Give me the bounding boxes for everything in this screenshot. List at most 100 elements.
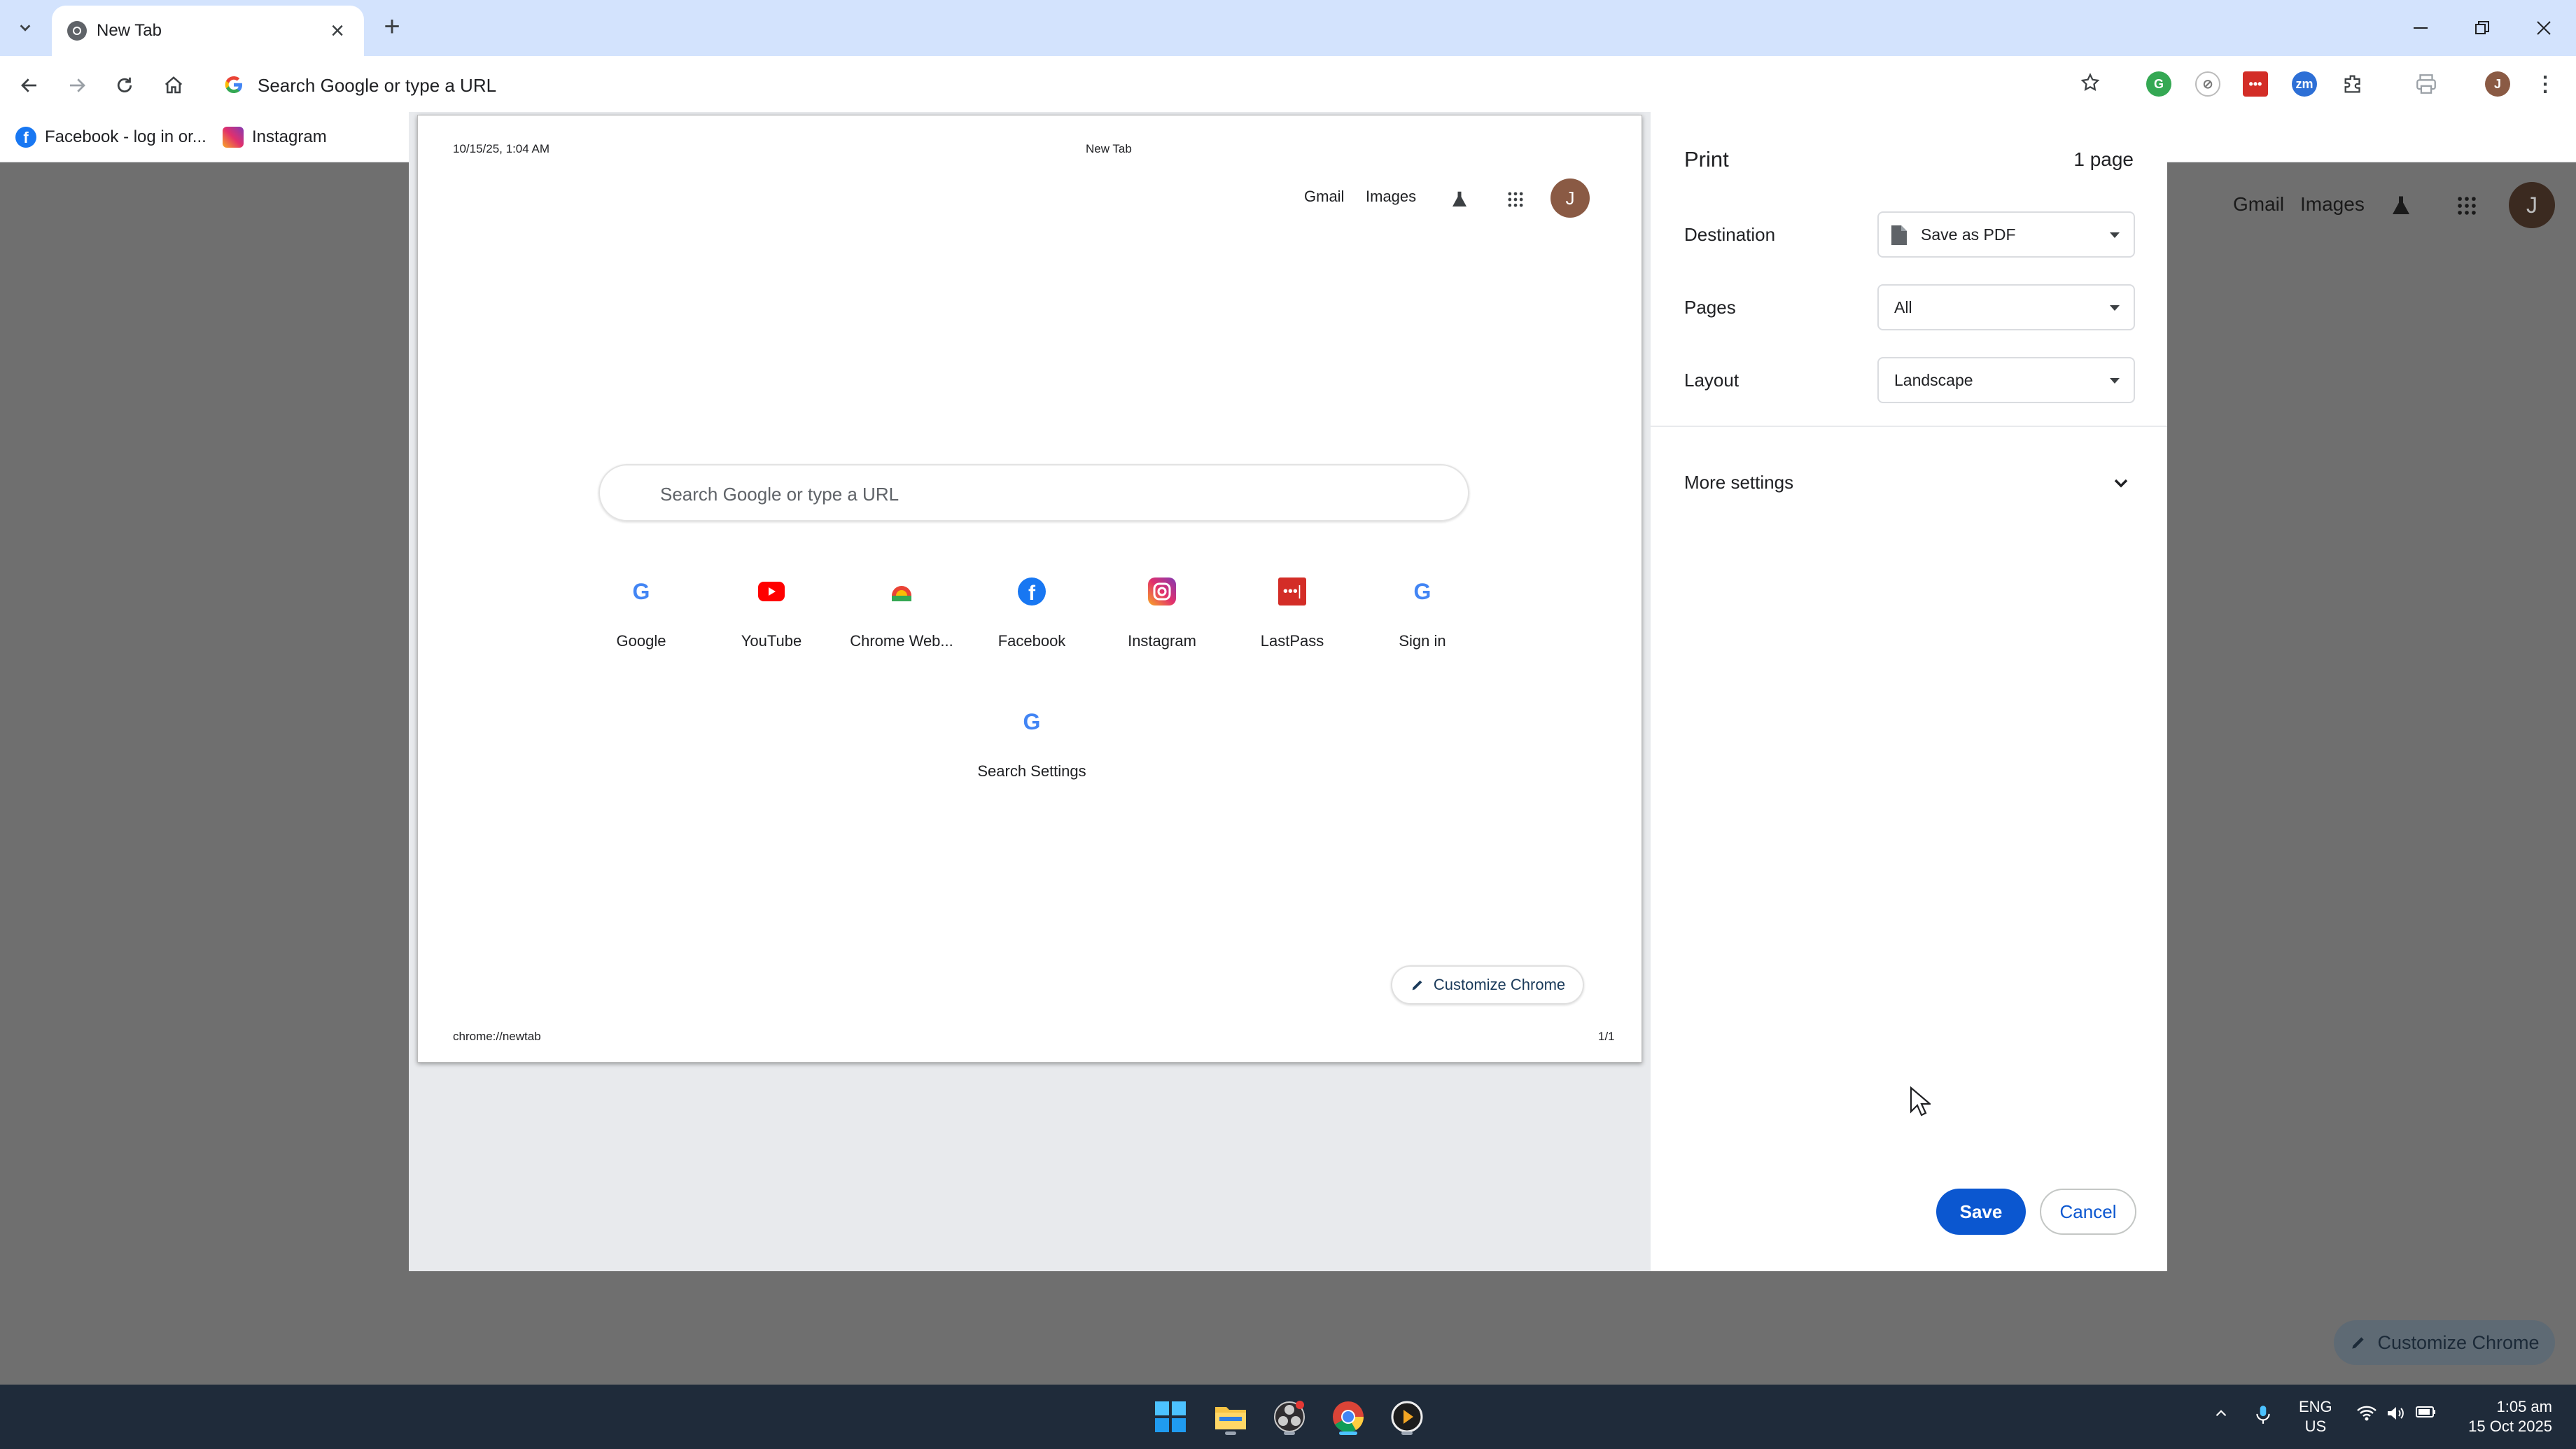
pages-label: Pages (1684, 297, 1736, 318)
bg-customize-label: Customize Chrome (2377, 1331, 2540, 1353)
forward-arrow-icon (70, 78, 85, 92)
shortcut-search-settings: G Search Settings (965, 708, 1098, 806)
destination-select[interactable]: Save as PDF (1877, 211, 2135, 258)
grammarly-extension-icon[interactable]: G (2146, 71, 2171, 97)
google-icon (225, 76, 242, 93)
preview-footer-page: 1/1 (1598, 1030, 1615, 1043)
shortcut-sign-in: G Sign in (1356, 578, 1489, 676)
print-settings-panel: Print 1 page Destination Save as PDF Pag… (1651, 112, 2167, 1271)
dropdown-caret-icon (2110, 378, 2120, 384)
toolbar: Search Google or type a URL G ⊘ ••• zm J… (0, 56, 2576, 113)
bookmark-label: Instagram (252, 127, 327, 146)
minimize-icon (2414, 27, 2428, 29)
zoom-extension-icon[interactable]: zm (2292, 71, 2317, 97)
star-icon (2080, 73, 2100, 91)
obs-icon (1274, 1401, 1305, 1432)
shortcut-facebook: f Facebook (965, 578, 1098, 676)
bookmark-instagram[interactable]: Instagram (223, 123, 327, 151)
show-hidden-icons-chevron-up-icon[interactable] (2212, 1404, 2230, 1427)
preview-search-box: Search Google or type a URL (598, 464, 1469, 522)
reload-button[interactable] (106, 67, 143, 104)
print-title: Print (1684, 147, 1729, 172)
page-count: 1 page (2073, 148, 2134, 170)
taskbar: ENG US 1:05 am 15 Oct 2025 (0, 1385, 2576, 1449)
restore-button[interactable] (2460, 7, 2505, 49)
labs-flask-icon (2386, 190, 2416, 221)
bg-avatar: J (2509, 182, 2555, 228)
bookmark-star-button[interactable] (2072, 64, 2108, 101)
clock-date: 15 Oct 2025 (2468, 1418, 2552, 1435)
forward-button[interactable] (59, 67, 95, 104)
obs-app-button[interactable] (1268, 1396, 1310, 1438)
preview-customize-chrome: Customize Chrome (1391, 965, 1584, 1004)
minimize-button[interactable] (2398, 7, 2443, 49)
restore-icon (2475, 21, 2489, 34)
layout-select[interactable]: Landscape (1877, 357, 2135, 403)
new-tab-button[interactable]: + (377, 13, 407, 43)
chevron-down-icon (2114, 479, 2128, 488)
close-icon (2537, 21, 2551, 35)
print-icon[interactable] (2414, 71, 2439, 97)
close-icon[interactable]: × (325, 18, 350, 43)
wifi-icon[interactable] (2356, 1404, 2377, 1427)
back-button[interactable] (11, 67, 48, 104)
print-preview-page: 10/15/25, 1:04 AM New Tab Gmail Images J… (417, 115, 1642, 1063)
pencil-icon (1412, 980, 1422, 990)
shortcut-lastpass: •••| LastPass (1226, 578, 1359, 676)
region-code: US (2304, 1418, 2327, 1435)
windows-start-button[interactable] (1149, 1396, 1191, 1438)
google-icon: G (1413, 578, 1432, 604)
save-button[interactable]: Save (1936, 1189, 2026, 1235)
preview-avatar: J (1550, 178, 1590, 218)
menu-kebab-icon[interactable]: ⋮ (2533, 71, 2558, 97)
shortcut-label: LastPass (1260, 632, 1324, 650)
running-indicator (1339, 1432, 1357, 1435)
shortcut-youtube: YouTube (705, 578, 838, 676)
pencil-icon (2352, 1337, 2365, 1349)
destination-value: Save as PDF (1921, 225, 2016, 244)
microphone-icon[interactable] (2254, 1404, 2272, 1429)
shortcut-label: Google (616, 632, 666, 650)
shortcut-label: Instagram (1128, 632, 1196, 650)
youtube-icon (757, 578, 785, 606)
omnibox[interactable]: Search Google or type a URL (209, 63, 2113, 106)
preview-images-link: Images (1366, 188, 1417, 205)
shortcut-label: Sign in (1399, 632, 1446, 650)
file-explorer-button[interactable] (1210, 1396, 1252, 1438)
clock[interactable]: 1:05 am 15 Oct 2025 (2447, 1397, 2552, 1436)
bg-images-link: Images (2300, 193, 2365, 215)
google-icon: G (632, 578, 650, 604)
shortcut-google: G Google (575, 578, 708, 676)
bookmark-label: Facebook - log in or... (45, 127, 206, 146)
home-button[interactable] (155, 67, 192, 104)
pages-select[interactable]: All (1877, 284, 2135, 330)
lastpass-icon: •••| (1278, 578, 1306, 606)
window-close-button[interactable] (2521, 7, 2566, 49)
bg-customize-chrome-button: Customize Chrome (2334, 1320, 2555, 1365)
chrome-taskbar-button[interactable] (1327, 1396, 1369, 1438)
facebook-icon: f (15, 127, 36, 148)
extensions-puzzle-icon[interactable] (2341, 71, 2366, 97)
media-player-button[interactable] (1386, 1396, 1428, 1438)
lastpass-extension-icon[interactable]: ••• (2243, 71, 2268, 97)
volume-icon[interactable] (2386, 1404, 2407, 1427)
apps-grid-icon (1502, 186, 1530, 214)
pages-value: All (1894, 298, 1912, 316)
document-icon (1891, 225, 1907, 245)
preview-header-datetime: 10/15/25, 1:04 AM (453, 142, 550, 155)
running-indicator (1225, 1432, 1236, 1435)
battery-icon[interactable] (2415, 1404, 2437, 1424)
settings-divider (1651, 426, 2167, 427)
layout-value: Landscape (1894, 371, 1973, 389)
more-settings-toggle[interactable]: More settings (1684, 462, 2135, 504)
dropdown-caret-icon (2110, 305, 2120, 311)
bookmark-facebook[interactable]: f Facebook - log in or... (15, 123, 206, 151)
shortcut-chrome-web-store: Chrome Web... (835, 578, 968, 676)
compass-extension-icon[interactable]: ⊘ (2195, 71, 2220, 97)
profile-avatar[interactable]: J (2485, 71, 2510, 97)
tab-search-button[interactable] (10, 13, 41, 43)
clock-time: 1:05 am (2496, 1398, 2553, 1415)
language-indicator[interactable]: ENG US (2299, 1397, 2332, 1436)
tab-new-tab[interactable]: New Tab × (52, 6, 364, 56)
cancel-button[interactable]: Cancel (2040, 1189, 2136, 1235)
